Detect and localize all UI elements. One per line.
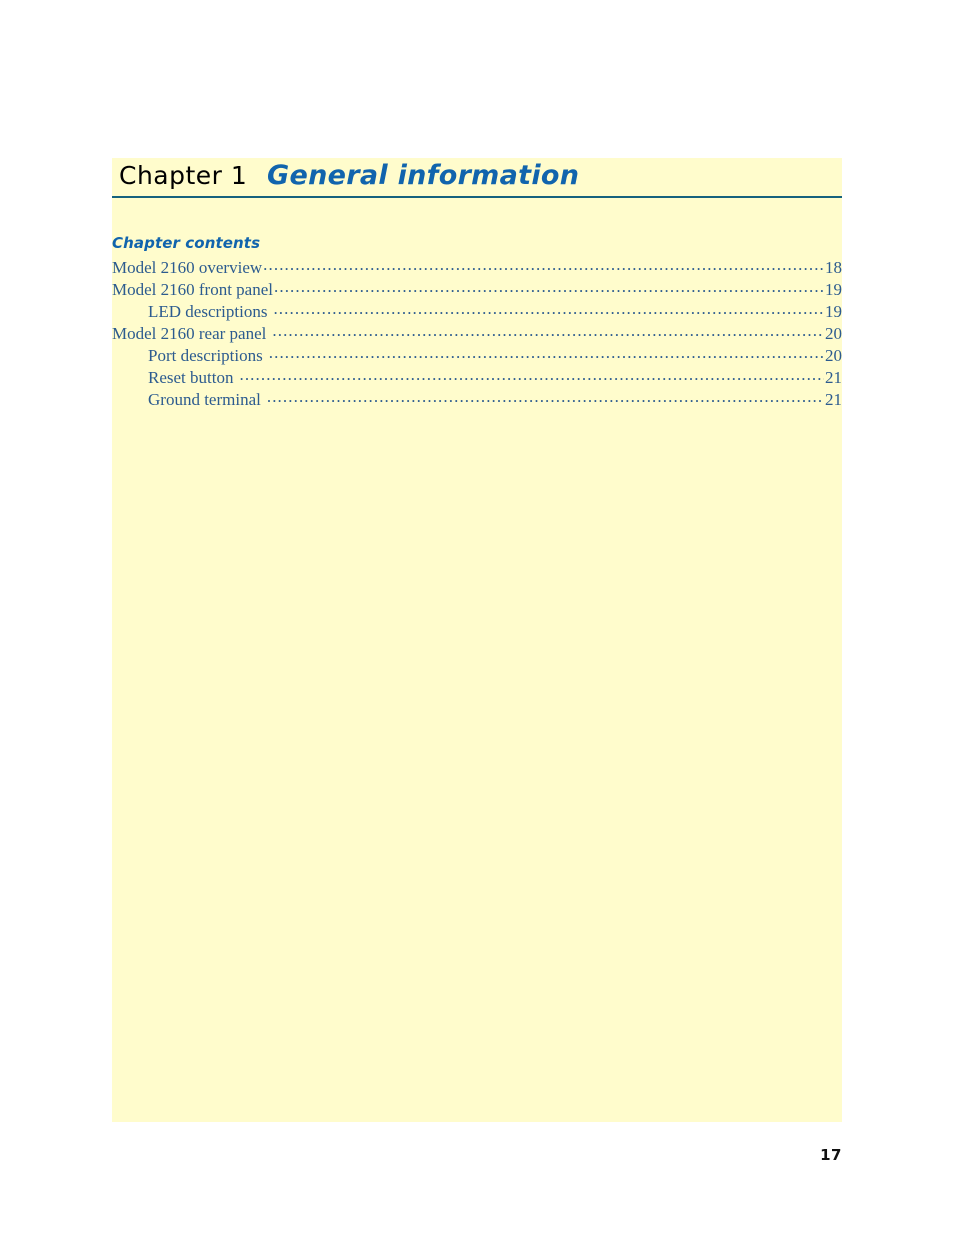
page-number: 17 (820, 1146, 842, 1164)
toc-entry-label: Model 2160 rear panel (112, 324, 267, 343)
toc-leader-dots (263, 259, 824, 273)
title-divider (112, 196, 842, 198)
chapter-title-row: Chapter 1 General information (112, 158, 842, 196)
toc-entry[interactable]: Model 2160 overview 18 (112, 258, 842, 280)
toc-leader-dots (272, 325, 824, 339)
toc-entry[interactable]: Model 2160 rear panel 20 (112, 324, 842, 346)
table-of-contents: Model 2160 overview 18 Model 2160 front pa… (112, 258, 842, 412)
toc-entry[interactable]: Reset button 21 (112, 368, 842, 390)
document-page: Chapter 1 General information Chapter co… (0, 0, 954, 1235)
toc-entry-label: Reset button (148, 368, 234, 387)
toc-entry-page-number: 18 (825, 258, 842, 277)
toc-entry-label: Ground terminal (148, 390, 261, 409)
toc-leader-dots (273, 303, 824, 317)
chapter-contents-heading: Chapter contents (112, 234, 261, 252)
chapter-number-label: Chapter 1 (119, 161, 248, 190)
toc-entry[interactable]: LED descriptions 19 (112, 302, 842, 324)
toc-entry-label: Model 2160 overview (112, 258, 263, 277)
toc-entry[interactable]: Ground terminal 21 (112, 390, 842, 412)
toc-leader-dots (267, 391, 824, 405)
toc-leader-dots (239, 369, 824, 383)
toc-entry-page-number: 21 (825, 390, 842, 409)
toc-entry-page-number: 19 (825, 280, 842, 299)
toc-leader-dots (274, 281, 824, 295)
toc-entry-page-number: 21 (825, 368, 842, 387)
toc-entry-page-number: 20 (825, 346, 842, 365)
toc-entry-page-number: 20 (825, 324, 842, 343)
toc-entry-label: LED descriptions (148, 302, 268, 321)
toc-entry-label: Port descriptions (148, 346, 263, 365)
page-title: General information (267, 160, 580, 191)
toc-entry[interactable]: Model 2160 front panel 19 (112, 280, 842, 302)
chapter-content-block: Chapter 1 General information Chapter co… (112, 158, 842, 1122)
toc-leader-dots (269, 347, 824, 361)
toc-entry-page-number: 19 (825, 302, 842, 321)
toc-entry[interactable]: Port descriptions 20 (112, 346, 842, 368)
toc-entry-label: Model 2160 front panel (112, 280, 273, 299)
